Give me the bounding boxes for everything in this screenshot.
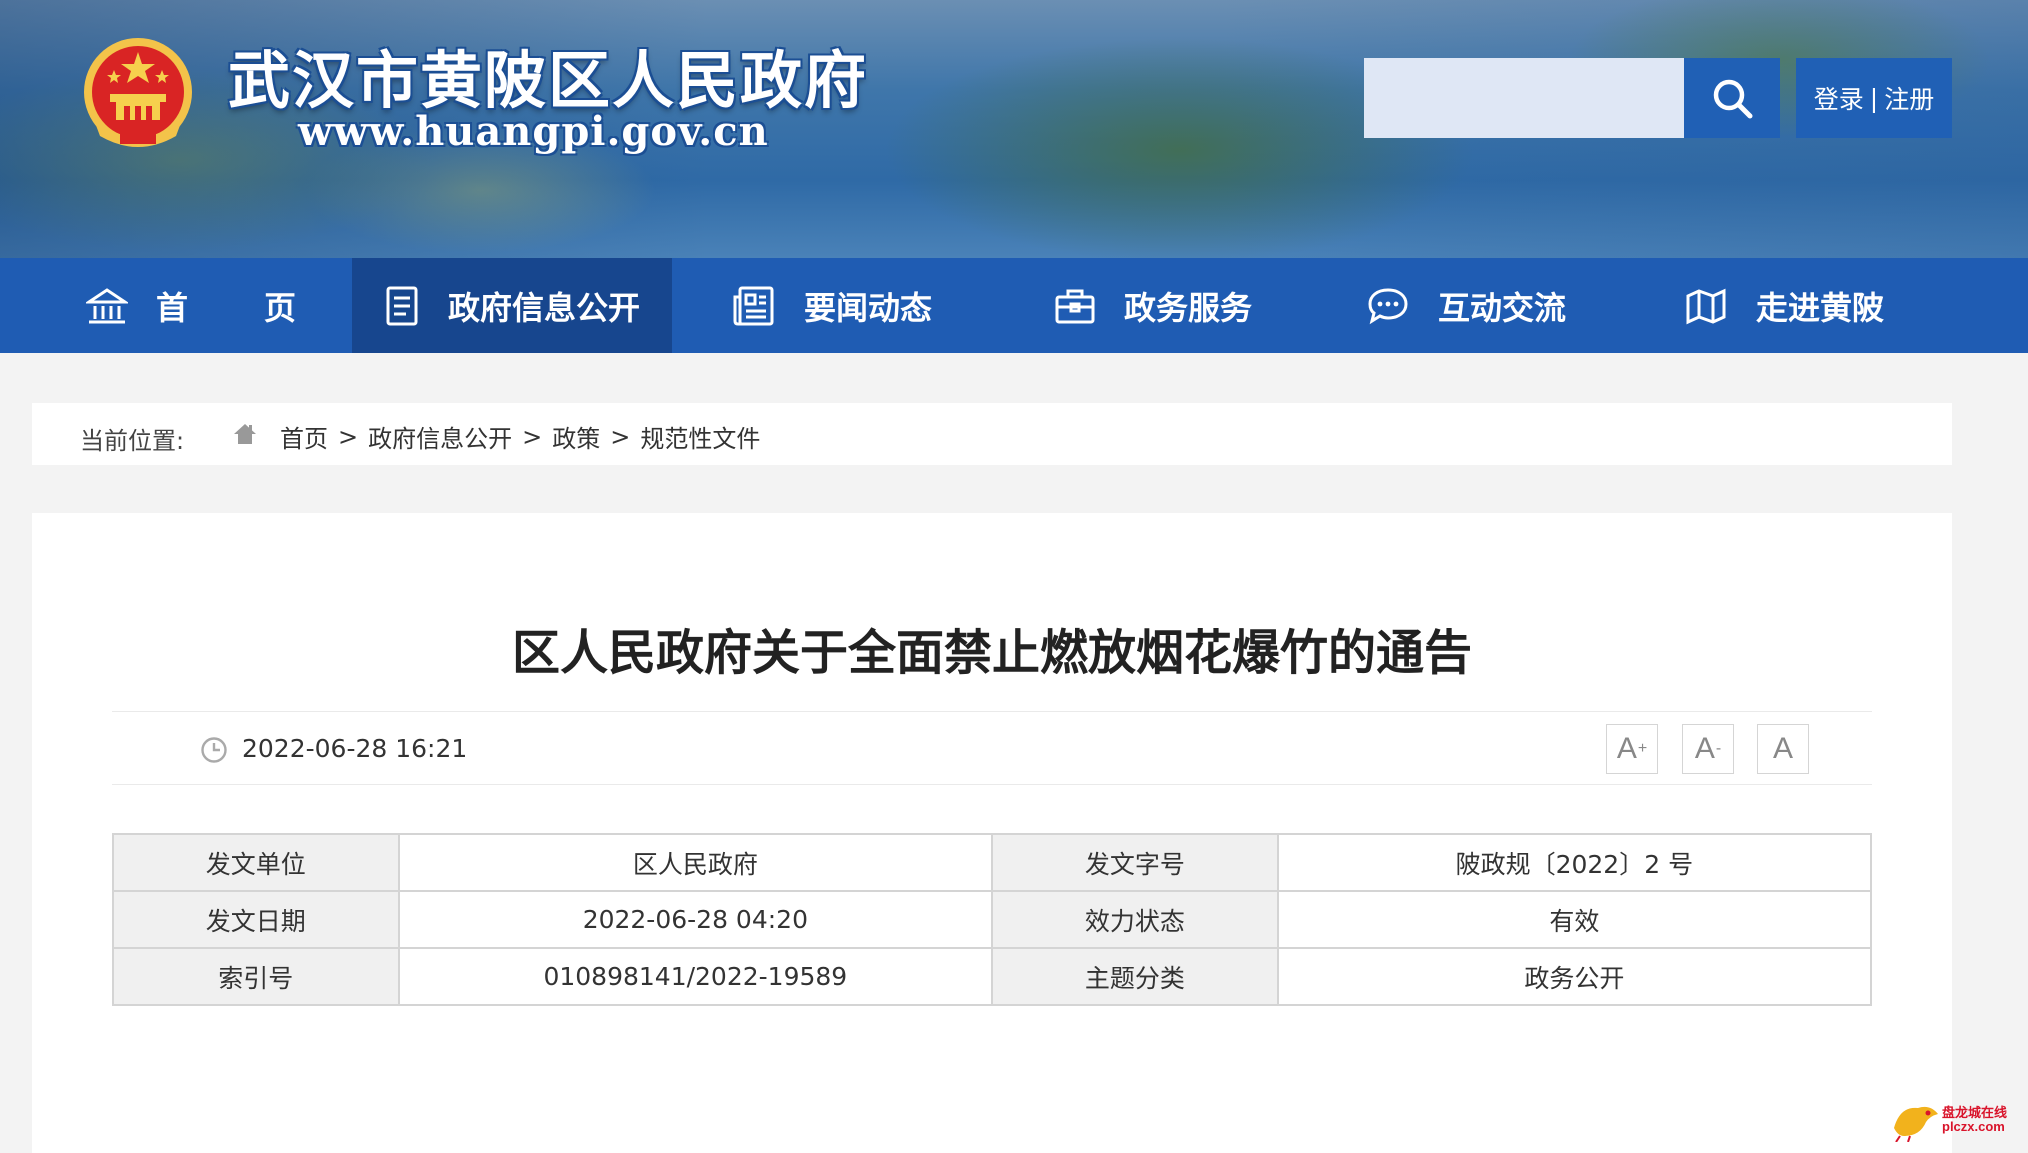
national-emblem-icon [84, 38, 192, 147]
info-value: 政务公开 [1276, 947, 1873, 1006]
info-key: 索引号 [112, 947, 400, 1006]
nav-item-news[interactable]: 要闻动态 [672, 258, 992, 353]
breadcrumb-link-gov-info[interactable]: 政府信息公开 [368, 419, 512, 454]
font-increase-mark: + [1637, 740, 1648, 757]
info-value: 区人民政府 [397, 833, 994, 892]
site-title: 武汉市黄陂区人民政府 [228, 44, 869, 117]
clock-icon [200, 736, 228, 768]
table-row: 索引号 010898141/2022-19589 主题分类 政务公开 [112, 947, 1873, 1006]
breadcrumb-label: 当前位置: [80, 427, 185, 455]
breadcrumb-link-home[interactable]: 首页 [280, 419, 328, 454]
nav-item-interaction[interactable]: 互动交流 [1312, 258, 1632, 353]
site-banner: 武汉市黄陂区人民政府 www.huangpi.gov.cn 登录 | 注册 [0, 0, 2028, 258]
info-key: 发文字号 [991, 833, 1279, 892]
font-increase-button[interactable]: A + [1606, 724, 1658, 774]
auth-separator: | [1869, 83, 1879, 113]
nav-item-home[interactable]: 首 页 [0, 258, 352, 353]
nav-item-services[interactable]: 政务服务 [992, 258, 1312, 353]
breadcrumb: 当前位置: 首页 > 政府信息公开 > 政策 > 规范性文件 [32, 403, 1952, 465]
nav-label-home: 首 页 [156, 288, 301, 327]
nav-label-gov-info: 政府信息公开 [448, 288, 641, 327]
info-key: 发文日期 [112, 890, 400, 949]
register-link[interactable]: 注册 [1884, 80, 1934, 116]
home-icon [232, 422, 258, 452]
site-watermark: 盘龙城在线 plczx.com [1890, 1098, 2007, 1142]
breadcrumb-separator: > [610, 422, 631, 451]
breadcrumb-separator: > [522, 422, 543, 451]
breadcrumb-link-normative-docs[interactable]: 规范性文件 [640, 419, 760, 454]
font-increase-label: A [1616, 732, 1637, 765]
watermark-line2: plczx.com [1942, 1119, 2005, 1134]
briefcase-icon [1054, 287, 1096, 325]
article-panel: 区人民政府关于全面禁止燃放烟花爆竹的通告 2022-06-28 16:21 A +… [32, 513, 1952, 1153]
site-url: www.huangpi.gov.cn [298, 108, 769, 155]
nav-item-gov-info[interactable]: 政府信息公开 [352, 258, 672, 353]
info-key: 发文单位 [112, 833, 400, 892]
info-value: 2022-06-28 04:20 [397, 890, 994, 949]
table-row: 发文单位 区人民政府 发文字号 陂政规〔2022〕2 号 [112, 833, 1873, 892]
publish-time: 2022-06-28 16:21 [242, 734, 468, 763]
document-icon [384, 285, 420, 327]
font-decrease-label: A [1694, 732, 1715, 765]
font-reset-label: A [1772, 732, 1793, 765]
nav-label-news: 要闻动态 [804, 288, 933, 327]
dragon-logo-icon [1894, 1106, 1938, 1142]
search-icon [1713, 79, 1753, 119]
map-icon [1684, 286, 1728, 326]
nav-label-services: 政务服务 [1124, 288, 1253, 327]
auth-links: 登录 | 注册 [1796, 58, 1952, 138]
article-meta-bar: 2022-06-28 16:21 A + A- A [112, 711, 1872, 785]
nav-item-about[interactable]: 走进黄陂 [1632, 258, 2028, 353]
article-title: 区人民政府关于全面禁止燃放烟花爆竹的通告 [511, 625, 1472, 681]
search-button[interactable] [1684, 58, 1780, 138]
info-value: 010898141/2022-19589 [397, 947, 994, 1006]
breadcrumb-path: 首页 > 政府信息公开 > 政策 > 规范性文件 [280, 419, 760, 454]
home-icon [86, 286, 128, 326]
search-input[interactable] [1364, 58, 1684, 138]
news-icon [732, 285, 776, 327]
info-key: 效力状态 [991, 890, 1279, 949]
nav-label-about: 走进黄陂 [1756, 288, 1885, 327]
info-value: 陂政规〔2022〕2 号 [1276, 833, 1873, 892]
info-key: 主题分类 [991, 947, 1279, 1006]
font-decrease-button[interactable]: A- [1682, 724, 1734, 774]
chat-icon [1366, 286, 1410, 326]
font-reset-button[interactable]: A [1757, 724, 1809, 774]
main-nav: 首 页 政府信息公开 要闻动态 政务服务 互动交流 走进黄陂 [0, 258, 2028, 353]
document-info-table: 发文单位 区人民政府 发文字号 陂政规〔2022〕2 号 发文日期 2022-0… [112, 833, 1873, 1006]
breadcrumb-link-policy[interactable]: 政策 [552, 419, 600, 454]
watermark-line1: 盘龙城在线 [1942, 1105, 2008, 1120]
info-value: 有效 [1276, 890, 1873, 949]
table-row: 发文日期 2022-06-28 04:20 效力状态 有效 [112, 890, 1873, 949]
login-link[interactable]: 登录 [1814, 80, 1864, 116]
nav-label-interaction: 互动交流 [1438, 288, 1567, 327]
watermark-text: 盘龙城在线 plczx.com [1942, 1106, 2007, 1134]
breadcrumb-separator: > [338, 422, 359, 451]
font-decrease-mark: - [1715, 740, 1722, 757]
